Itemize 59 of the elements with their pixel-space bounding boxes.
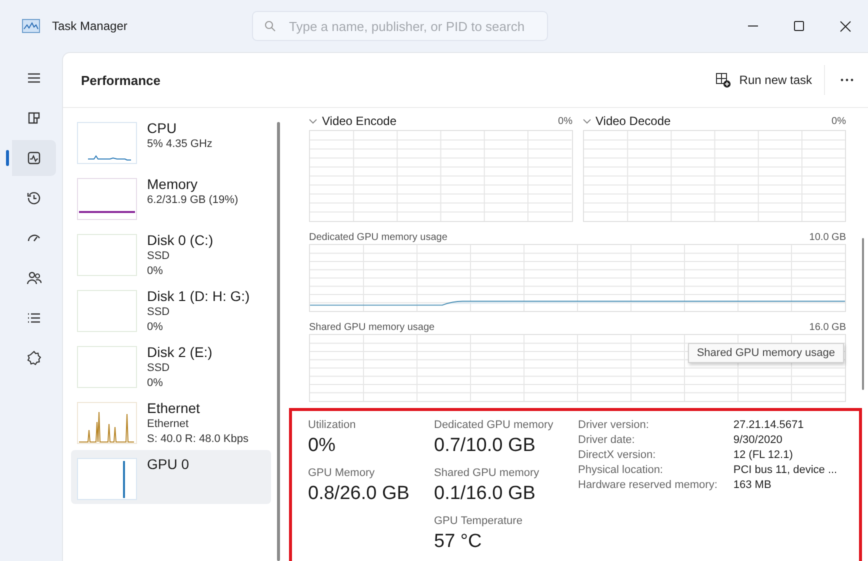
graph-title: Video Decode <box>596 114 671 128</box>
graph-value: 0% <box>832 116 846 126</box>
pulse-icon <box>26 150 42 166</box>
tooltip: Shared GPU memory usage <box>688 343 844 363</box>
info-value: PCI bus 11, device ... <box>733 464 838 476</box>
run-task-button[interactable]: Run new task <box>707 66 820 94</box>
close-icon <box>840 20 850 32</box>
graph-title: Dedicated GPU memory usage <box>309 232 448 242</box>
info-value: 9/30/2020 <box>733 434 784 446</box>
stat-label: GPU Memory <box>308 467 376 479</box>
info-label: Physical location: <box>578 464 664 476</box>
graph-value: 16.0 GB <box>809 322 846 332</box>
usage-thumbnail <box>77 346 137 388</box>
history-icon <box>26 190 42 206</box>
search-icon <box>264 20 276 32</box>
graph-title: Video Encode <box>322 114 397 128</box>
stat-label: Utilization <box>308 419 357 431</box>
stat-value: 0% <box>308 435 336 457</box>
info-label: DirectX version: <box>578 449 657 461</box>
gear-icon <box>26 350 42 366</box>
graph-value: 0% <box>558 116 572 126</box>
info-value: 12 (FL 12.1) <box>733 449 794 461</box>
device-item[interactable]: Ethernet Ethernet S: 40.0 R: 48.0 Kbps <box>71 394 271 448</box>
stat-label: Shared GPU memory <box>434 467 540 479</box>
chevron-icon <box>582 118 590 124</box>
stat-value: 0.7/10.0 GB <box>434 435 536 457</box>
device-item[interactable]: GPU 0 <box>71 450 271 504</box>
more-icon <box>840 78 854 82</box>
scrollbar-thumb[interactable] <box>862 238 864 390</box>
stat-label: GPU Temperature <box>434 515 524 527</box>
stat-value: 0.8/26.0 GB <box>308 483 410 505</box>
graph-title: Shared GPU memory usage <box>309 322 435 332</box>
scrollbar-thumb[interactable] <box>276 122 280 561</box>
page-title: Performance <box>81 72 160 88</box>
search-field[interactable]: Type a name, publisher, or PID to search <box>252 11 548 41</box>
info-label: Hardware reserved memory: <box>578 479 718 491</box>
window-title: Task Manager <box>52 19 128 33</box>
info-value: 163 MB <box>733 479 772 491</box>
nav-item[interactable] <box>6 140 56 176</box>
device-item[interactable]: Disk 2 (E:) SSD 0% <box>71 338 271 392</box>
add-task-icon <box>715 72 732 88</box>
info-label: Driver version: <box>578 419 650 431</box>
device-item[interactable]: CPU 5% 4.35 GHz <box>71 114 271 168</box>
graph-value: 10.0 GB <box>809 232 846 242</box>
device-item[interactable]: Disk 1 (D: H: G:) SSD 0% <box>71 282 271 336</box>
maximize-icon <box>794 21 804 31</box>
grid-icon <box>26 110 42 126</box>
device-item[interactable]: Disk 0 (C:) SSD 0% <box>71 226 271 280</box>
stat-label: Dedicated GPU memory <box>434 419 554 431</box>
usage-thumbnail <box>77 290 137 332</box>
info-value: 27.21.14.5671 <box>733 419 805 431</box>
info-label: Driver date: <box>578 434 636 446</box>
app-icon <box>22 19 40 33</box>
chevron-icon <box>309 118 317 124</box>
users-icon <box>26 270 42 286</box>
device-item[interactable]: Memory 6.2/31.9 GB (19%) <box>71 170 271 224</box>
stat-value: 0.1/16.0 GB <box>434 483 536 505</box>
usage-thumbnail <box>77 234 137 276</box>
stat-value: 57 °C <box>434 531 483 553</box>
